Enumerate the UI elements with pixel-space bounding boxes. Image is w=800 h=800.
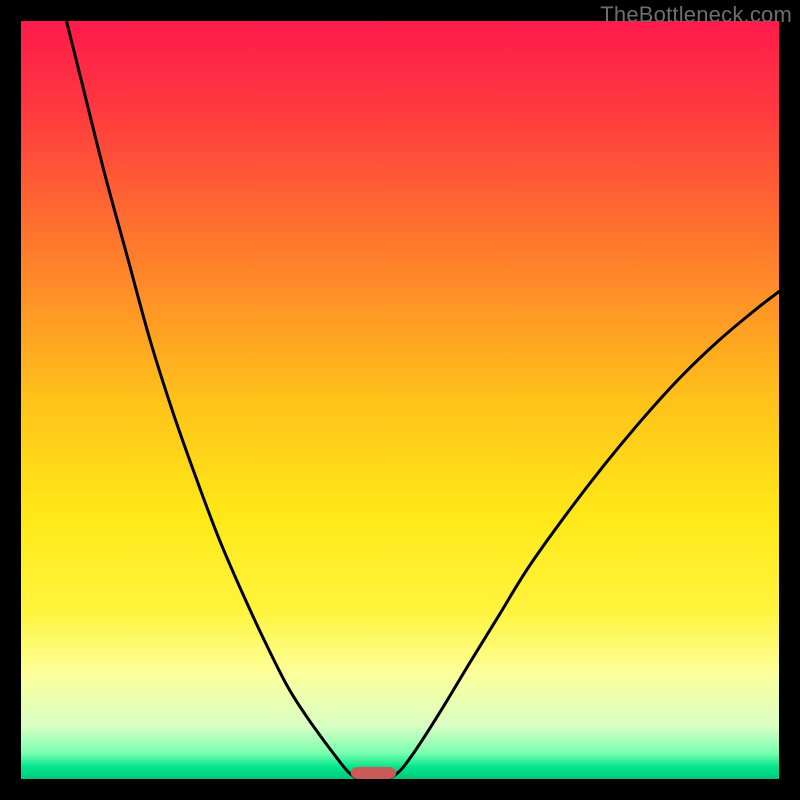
- watermark-text: TheBottleneck.com: [600, 2, 792, 28]
- chart-frame: [21, 21, 779, 779]
- bottleneck-chart: [21, 21, 779, 779]
- gradient-background: [21, 21, 779, 779]
- sweet-spot-marker: [351, 767, 396, 779]
